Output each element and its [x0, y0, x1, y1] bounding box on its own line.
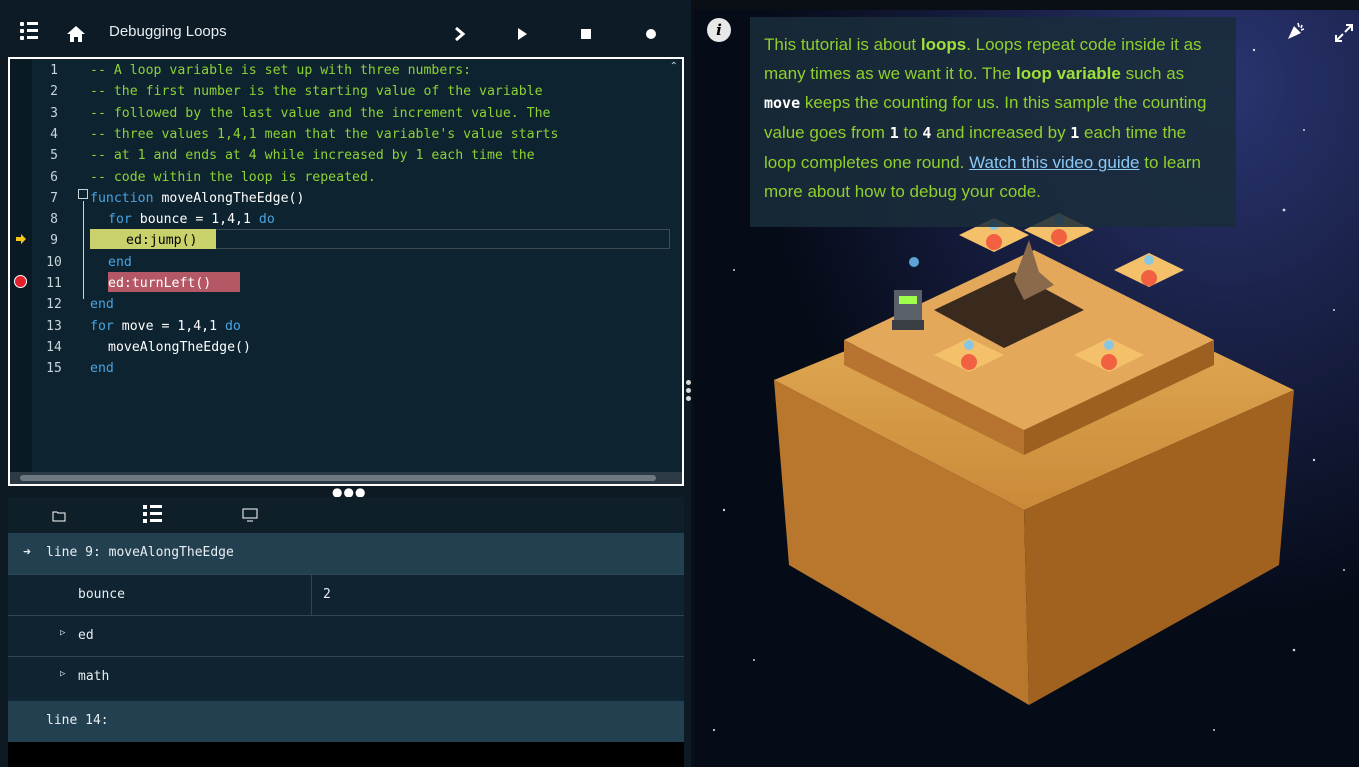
line-number: 11: [46, 276, 62, 291]
code-line[interactable]: -- A loop variable is set up with three …: [90, 63, 471, 78]
info-icon[interactable]: i: [707, 18, 731, 42]
panel-resize-handle[interactable]: ●●●: [332, 486, 366, 498]
line-number: 13: [46, 318, 62, 334]
line-number: 7: [50, 190, 58, 206]
stack-frame-label: line 14:: [46, 713, 109, 728]
code-line[interactable]: -- at 1 and ends at 4 while increased by…: [90, 148, 535, 163]
code-line[interactable]: ed:turnLeft(): [108, 276, 211, 291]
line-number: 8: [50, 212, 58, 228]
tutorial-text: to: [898, 123, 923, 142]
variable-row[interactable]: bounce 2: [8, 574, 684, 616]
variable-name: bounce: [78, 587, 125, 602]
breakpoint-icon[interactable]: [13, 274, 28, 289]
line-number: 4: [50, 126, 58, 142]
tutorial-text-panel: This tutorial is about loops. Loops repe…: [750, 17, 1236, 227]
scroll-up-icon[interactable]: ⌃: [670, 61, 678, 72]
stack-frame-row[interactable]: ➜ line 9: moveAlongTheEdge: [8, 533, 684, 574]
tutorial-text: such as: [1120, 64, 1185, 83]
variables-list-icon[interactable]: [143, 505, 163, 523]
expand-triangle-icon[interactable]: ▷: [60, 628, 65, 638]
line-number: 5: [50, 148, 58, 164]
fullscreen-icon[interactable]: [1333, 22, 1355, 44]
tutorial-text: This tutorial is about: [764, 35, 921, 54]
line-number: 6: [50, 169, 58, 185]
expand-triangle-icon[interactable]: ▷: [60, 669, 65, 679]
tutorial-text: and increased by: [931, 123, 1071, 142]
variable-name: ed: [78, 628, 94, 643]
video-guide-link[interactable]: Watch this video guide: [969, 153, 1139, 172]
run-icon[interactable]: [512, 24, 534, 44]
fold-guide: [83, 201, 84, 299]
variable-row[interactable]: ▷ ed: [8, 615, 684, 656]
line-number: 10: [46, 254, 62, 270]
code-line[interactable]: for bounce = 1,4,1 do: [108, 212, 275, 227]
folder-icon[interactable]: [52, 510, 66, 522]
code-line[interactable]: -- the first number is the starting valu…: [90, 84, 543, 99]
record-icon[interactable]: [640, 24, 662, 44]
variable-value: 2: [323, 587, 331, 602]
scrollbar-thumb[interactable]: [20, 475, 656, 481]
variable-name: math: [78, 669, 110, 684]
console-strip: [8, 742, 684, 767]
line-number: 14: [46, 339, 62, 355]
fold-toggle-icon[interactable]: [78, 189, 88, 199]
stop-icon[interactable]: [575, 24, 597, 44]
tutorial-bold-text: loop variable: [1015, 64, 1121, 83]
step-over-icon[interactable]: [449, 24, 471, 44]
stack-frame-label: line 9: moveAlongTheEdge: [46, 545, 234, 560]
page-title: Debugging Loops: [109, 23, 227, 40]
toolbar: Debugging Loops: [0, 0, 691, 57]
line-number: 2: [50, 84, 58, 100]
line-number: 15: [46, 361, 62, 377]
code-line[interactable]: -- followed by the last value and the in…: [90, 106, 551, 121]
home-icon[interactable]: [66, 25, 86, 43]
breakpoint-gutter[interactable]: [10, 59, 32, 484]
stack-frame-row[interactable]: line 14:: [8, 701, 684, 742]
arrow-right-icon: ➜: [23, 545, 31, 560]
debugger-tabs: [8, 497, 684, 533]
horizontal-scrollbar[interactable]: [10, 472, 682, 484]
tutorial-code-text: move: [764, 94, 801, 112]
code-line[interactable]: moveAlongTheEdge(): [108, 340, 251, 355]
code-line[interactable]: end: [108, 255, 132, 270]
current-line-arrow-icon: [16, 234, 26, 244]
code-line[interactable]: ed:jump(): [126, 233, 197, 248]
line-number: 12: [46, 297, 62, 313]
variable-row[interactable]: ▷ math: [8, 656, 684, 697]
code-line[interactable]: for move = 1,4,1 do: [90, 319, 241, 334]
tutorial-code-text: 1: [1070, 124, 1080, 142]
menu-icon[interactable]: [20, 22, 42, 44]
tutorial-bold-text: loops: [920, 35, 967, 54]
tutorial-code-text: 1: [889, 124, 899, 142]
robot-character: [892, 290, 924, 330]
code-line[interactable]: function moveAlongTheEdge(): [90, 191, 304, 206]
code-line[interactable]: end: [90, 361, 114, 376]
code-line[interactable]: end: [90, 297, 114, 312]
line-number: 1: [50, 63, 58, 78]
party-popper-icon[interactable]: [1285, 20, 1307, 42]
line-number: 9: [50, 233, 58, 249]
code-editor[interactable]: 1 -- A loop variable is set up with three…: [8, 57, 684, 486]
debugger-panel: ➜ line 9: moveAlongTheEdge bounce 2 ▷ ed…: [8, 497, 684, 767]
app-root: Debugging Loops 1 -- A loop variable is s…: [0, 0, 1359, 767]
pane-resize-handle[interactable]: [685, 380, 693, 410]
line-number: 3: [50, 105, 58, 121]
code-line[interactable]: -- three values 1,4,1 mean that the vari…: [90, 127, 558, 142]
monitor-icon[interactable]: [242, 508, 258, 522]
code-line[interactable]: -- code within the loop is repeated.: [90, 170, 376, 185]
code-pane: Debugging Loops 1 -- A loop variable is s…: [0, 0, 691, 767]
